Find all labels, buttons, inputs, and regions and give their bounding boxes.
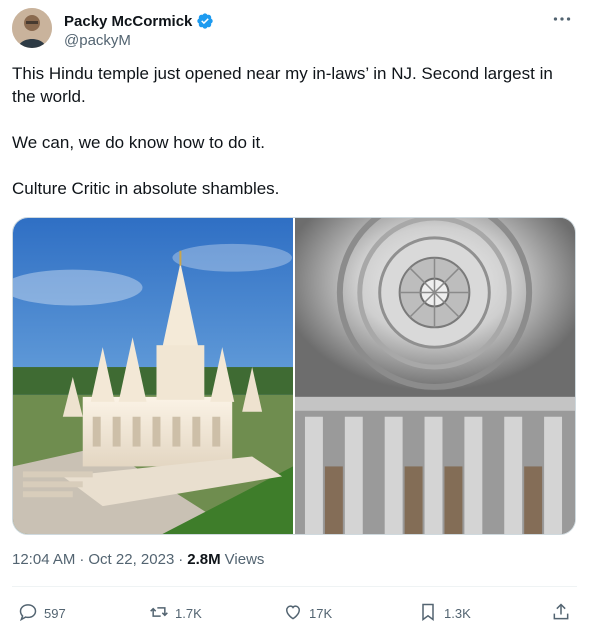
reply-icon [18,602,38,625]
tweet-date[interactable]: Oct 22, 2023 [88,551,174,568]
meta-separator: · [178,551,184,568]
share-icon [551,602,571,625]
reply-count: 597 [44,605,66,621]
bookmark-button[interactable]: 1.3K [418,598,471,628]
tweet-paragraph: We can, we do know how to do it. [12,133,265,152]
author-handle[interactable]: @packyM [64,32,131,49]
tweet-paragraph: Culture Critic in absolute shambles. [12,179,280,198]
bookmark-icon [418,602,438,625]
avatar[interactable] [12,8,52,48]
more-options-icon[interactable] [551,10,573,28]
repost-icon [149,602,169,625]
temple-exterior-photo[interactable] [13,218,293,534]
action-bar: 597 1.7K 17K 1.3K [12,598,577,628]
heart-icon [283,602,303,625]
author-display-name[interactable]: Packy McCormick [64,13,192,30]
views-count: 2.8M [187,551,221,568]
verified-badge-icon [196,12,214,30]
tweet-media [12,217,576,535]
views-label: Views [224,551,265,568]
like-button[interactable]: 17K [283,598,332,628]
share-button[interactable] [551,598,571,628]
tweet-header: Packy McCormick @packyM [12,8,577,52]
like-count: 17K [309,605,333,621]
repost-button[interactable]: 1.7K [149,598,202,628]
tweet-time[interactable]: 12:04 AM [12,551,75,568]
repost-count: 1.7K [175,605,202,621]
reply-button[interactable]: 597 [18,598,66,628]
temple-dome-interior-photo[interactable] [295,218,575,534]
tweet-text: This Hindu temple just opened near my in… [12,62,577,200]
tweet-paragraph: This Hindu temple just opened near my in… [12,64,553,106]
bookmark-count: 1.3K [444,605,471,621]
meta-separator: · [79,551,85,568]
tweet-meta: 12:04 AM · Oct 22, 2023 · 2.8M Views [12,551,264,568]
author-name-row: Packy McCormick [64,12,214,30]
divider [12,586,577,587]
